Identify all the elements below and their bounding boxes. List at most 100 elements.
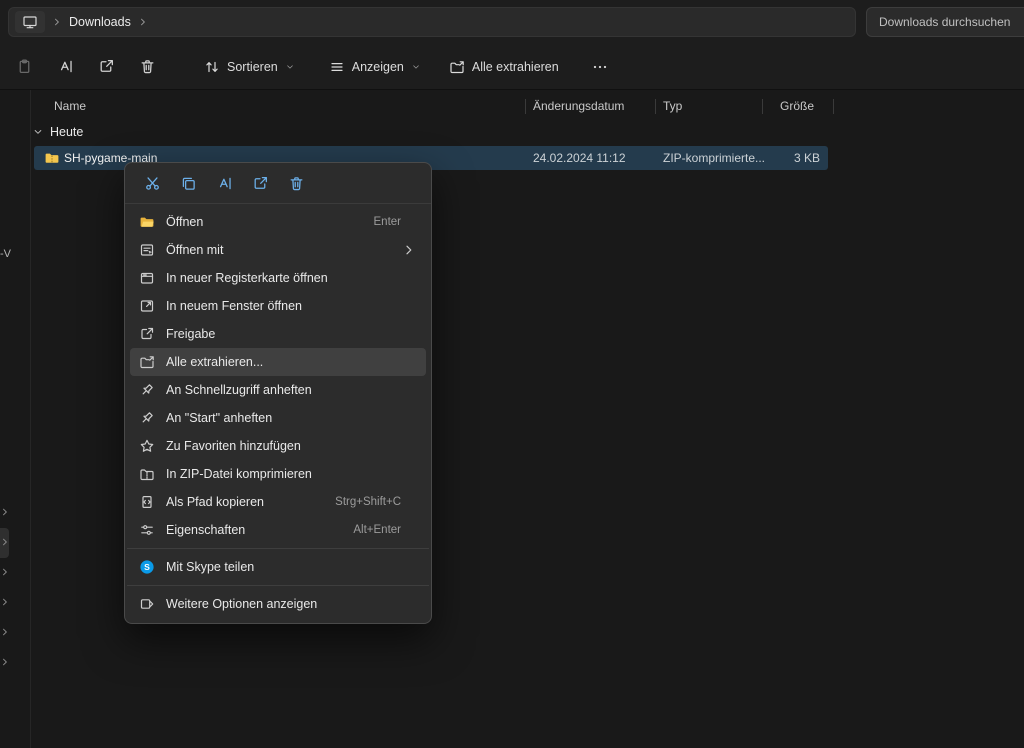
share-icon — [98, 58, 115, 75]
menu-item-shortcut: Strg+Shift+C — [335, 496, 417, 508]
menu-item-in-neuer-registerkarte-offnen[interactable]: In neuer Registerkarte öffnen — [130, 264, 426, 292]
chevron-down-icon — [32, 126, 44, 138]
breadcrumb-downloads[interactable]: Downloads — [69, 15, 131, 29]
menu-separator — [127, 585, 429, 586]
column-divider — [655, 99, 656, 114]
search-box[interactable] — [866, 7, 1024, 37]
menu-item-label: Eigenschaften — [166, 523, 245, 537]
zip-folder-icon — [44, 150, 60, 166]
see-more-button[interactable] — [583, 50, 617, 84]
view-label: Anzeigen — [352, 60, 404, 74]
open-with-icon — [139, 242, 155, 258]
column-header-modified[interactable]: Änderungsdatum — [533, 99, 624, 113]
column-header-size[interactable]: Größe — [780, 99, 814, 113]
device-button[interactable] — [15, 11, 45, 33]
menu-item-label: Mit Skype teilen — [166, 560, 254, 574]
sort-label: Sortieren — [227, 60, 278, 74]
menu-item-label: Weitere Optionen anzeigen — [166, 597, 317, 611]
column-divider — [762, 99, 763, 114]
menu-item-mit-skype-teilen[interactable]: S Mit Skype teilen — [130, 553, 426, 581]
menu-item-label: Zu Favoriten hinzufügen — [166, 439, 301, 453]
quick-delete-button[interactable] — [281, 169, 311, 197]
quick-share-button[interactable] — [245, 169, 275, 197]
sort-button[interactable]: Sortieren — [194, 50, 305, 84]
group-header-heute[interactable]: Heute — [32, 125, 83, 139]
extract-label: Alle extrahieren — [472, 60, 559, 74]
tree-expand-chevron[interactable] — [0, 626, 11, 638]
copy-path-icon — [139, 494, 155, 510]
chevron-right-icon[interactable] — [51, 16, 63, 28]
chevron-right-icon — [401, 242, 417, 258]
new-window-icon — [139, 298, 155, 314]
context-menu-quick-actions — [125, 163, 431, 204]
menu-item-label: Als Pfad kopieren — [166, 495, 264, 509]
tree-expand-chevron[interactable] — [0, 596, 11, 608]
delete-button[interactable] — [129, 50, 165, 84]
menu-item-label: Öffnen — [166, 215, 203, 229]
rename-icon — [216, 175, 233, 192]
chevron-down-icon — [411, 62, 421, 72]
tree-expand-chevron[interactable] — [0, 506, 11, 518]
search-input[interactable] — [877, 14, 1024, 30]
menu-item-weitere-optionen-anzeigen[interactable]: Weitere Optionen anzeigen — [130, 590, 426, 618]
nav-item-partial-label: -V — [0, 248, 11, 260]
extract-all-button[interactable]: Alle extrahieren — [439, 50, 569, 84]
menu-item-in-zip-datei-komprimieren[interactable]: In ZIP-Datei komprimieren — [130, 460, 426, 488]
title-bar: Downloads — [0, 0, 1024, 44]
menu-item-offnen-mit[interactable]: Öffnen mit — [130, 236, 426, 264]
column-divider — [525, 99, 526, 114]
delete-icon — [139, 58, 156, 75]
menu-item-offnen[interactable]: Öffnen Enter — [130, 208, 426, 236]
tree-expand-chevron[interactable] — [0, 566, 11, 578]
rename-button[interactable] — [47, 50, 83, 84]
menu-item-label: An Schnellzugriff anheften — [166, 383, 312, 397]
svg-text:S: S — [144, 562, 150, 572]
menu-item-alle-extrahieren[interactable]: Alle extrahieren... — [130, 348, 426, 376]
new-tab-icon — [139, 270, 155, 286]
file-type: ZIP-komprimierte... — [663, 151, 765, 165]
menu-item-an-schnellzugriff-anheften[interactable]: An Schnellzugriff anheften — [130, 376, 426, 404]
skype-icon: S — [139, 559, 155, 575]
menu-item-eigenschaften[interactable]: EigenschaftenAlt+Enter — [130, 516, 426, 544]
menu-item-in-neuem-fenster-offnen[interactable]: In neuem Fenster öffnen — [130, 292, 426, 320]
quick-cut-button[interactable] — [137, 169, 167, 197]
menu-item-label: In neuem Fenster öffnen — [166, 299, 302, 313]
share-button[interactable] — [88, 50, 124, 84]
extract-icon — [449, 59, 465, 75]
view-icon — [329, 59, 345, 75]
tree-expand-chevron[interactable] — [0, 656, 11, 668]
column-header-type[interactable]: Typ — [663, 99, 682, 113]
quick-copy-button[interactable] — [173, 169, 203, 197]
view-button[interactable]: Anzeigen — [319, 50, 431, 84]
tree-expand-chevron[interactable] — [0, 536, 11, 548]
quick-rename-button[interactable] — [209, 169, 239, 197]
share-icon — [252, 175, 269, 192]
column-divider — [833, 99, 834, 114]
folder-open-icon — [139, 214, 155, 230]
address-bar[interactable]: Downloads — [8, 7, 856, 37]
pin-icon — [139, 382, 155, 398]
chevron-right-icon[interactable] — [137, 16, 149, 28]
menu-item-shortcut: Enter — [374, 216, 418, 228]
navigation-pane-edge: -V — [0, 90, 31, 748]
menu-item-label: In neuer Registerkarte öffnen — [166, 271, 328, 285]
menu-item-als-pfad-kopieren[interactable]: Als Pfad kopieren Strg+Shift+C — [130, 488, 426, 516]
rename-icon — [57, 58, 74, 75]
toolbar: Sortieren Anzeigen Alle extrahieren — [0, 44, 1024, 90]
menu-item-label: In ZIP-Datei komprimieren — [166, 467, 312, 481]
context-menu-items: Öffnen Enter Öffnen mit In neuer Registerka… — [125, 208, 431, 618]
zip-icon — [139, 466, 155, 482]
paste-icon — [16, 58, 33, 75]
menu-item-an-start-anheften[interactable]: An "Start" anheften — [130, 404, 426, 432]
menu-item-freigabe[interactable]: Freigabe — [130, 320, 426, 348]
file-modified: 24.02.2024 11:12 — [533, 151, 626, 165]
chevron-down-icon — [285, 62, 295, 72]
context-menu: Öffnen Enter Öffnen mit In neuer Registerka… — [124, 162, 432, 624]
menu-item-label: An "Start" anheften — [166, 411, 272, 425]
pin-icon — [139, 410, 155, 426]
star-icon — [139, 438, 155, 454]
menu-item-zu-favoriten-hinzufugen[interactable]: Zu Favoriten hinzufügen — [130, 432, 426, 460]
column-header-name[interactable]: Name — [54, 99, 86, 113]
extract-icon — [139, 354, 155, 370]
menu-item-label: Alle extrahieren... — [166, 355, 263, 369]
